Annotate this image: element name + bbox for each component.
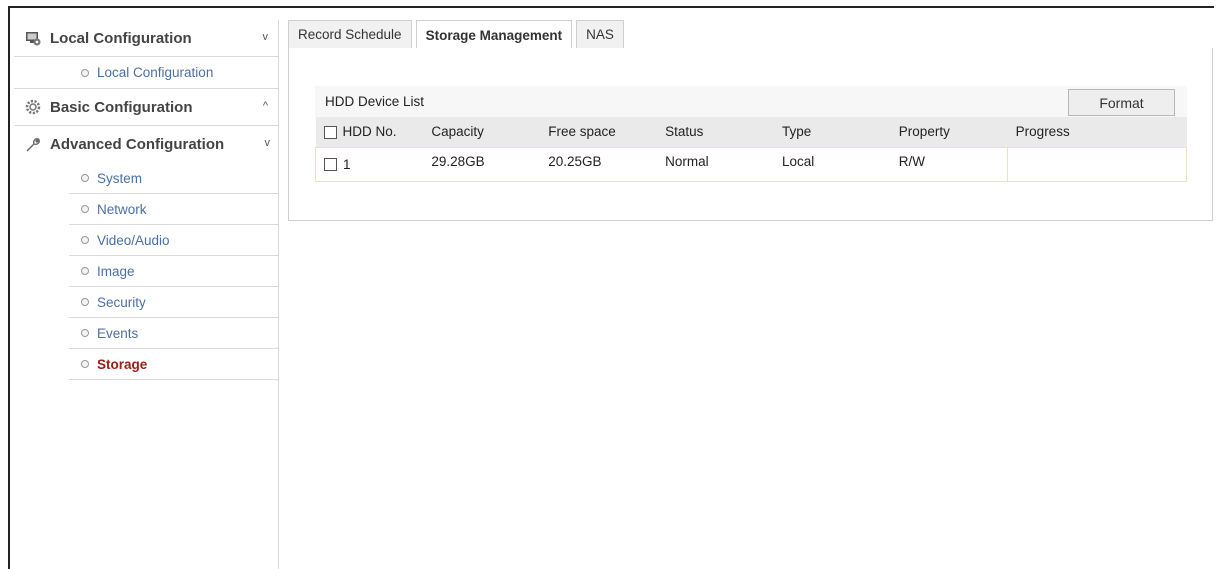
tab-bar: Record Schedule Storage Management NAS: [288, 20, 628, 50]
hdd-list-title: HDD Device List: [325, 94, 425, 109]
column-header-hdd-no: HDD No.: [315, 117, 424, 147]
cell-property: R/W: [890, 146, 1009, 182]
group-label-local: Local Configuration: [50, 29, 192, 47]
sidebar: Local Configuration v Local Configuratio…: [14, 20, 279, 569]
bullet-icon: [81, 329, 89, 337]
chevron-down-icon: v: [262, 31, 269, 43]
group-label-basic: Basic Configuration: [50, 98, 193, 116]
bullet-icon: [81, 68, 89, 77]
local-sub-list: Local Configuration: [14, 57, 278, 88]
hdd-table: HDD No. Capacity Free space Status Type …: [315, 117, 1187, 182]
gear-icon: [24, 98, 42, 116]
table-header-row: HDD No. Capacity Free space Status Type …: [315, 117, 1187, 147]
column-header-capacity: Capacity: [423, 117, 541, 147]
column-header-progress: Progress: [1007, 117, 1187, 147]
sidebar-group-local-configuration[interactable]: Local Configuration v: [14, 20, 278, 57]
column-header-label: HDD No.: [342, 124, 397, 140]
chevron-up-icon: ^: [262, 100, 268, 112]
select-all-checkbox[interactable]: [323, 126, 337, 140]
sidebar-item-label: Local Configuration: [97, 65, 214, 80]
wrench-icon: [24, 136, 42, 154]
sidebar-group-advanced-configuration[interactable]: Advanced Configuration v: [14, 126, 278, 163]
cell-hdd-no: 1: [315, 146, 424, 182]
tab-storage-management[interactable]: Storage Management: [415, 20, 573, 50]
bullet-icon: [81, 267, 89, 275]
sidebar-item-network[interactable]: Network: [69, 194, 278, 225]
cell-free-space: 20.25GB: [540, 146, 658, 182]
sidebar-item-video-audio[interactable]: Video/Audio: [69, 225, 278, 256]
bullet-icon: [81, 298, 89, 306]
chevron-down-icon: v: [264, 137, 271, 149]
group-label-advanced: Advanced Configuration: [50, 136, 225, 153]
storage-management-panel: HDD Device List Format HDD No. Capacity …: [288, 48, 1213, 221]
bullet-icon: [81, 174, 89, 182]
cell-status: Normal: [657, 146, 774, 182]
format-button[interactable]: Format: [1068, 89, 1175, 116]
column-header-property: Property: [890, 117, 1008, 147]
sidebar-item-label: Storage: [97, 356, 148, 372]
bullet-icon: [81, 205, 89, 213]
row-checkbox[interactable]: [324, 158, 337, 172]
bullet-icon: [81, 236, 89, 244]
sidebar-item-label: Events: [97, 325, 139, 341]
cell-capacity: 29.28GB: [423, 146, 541, 182]
hdd-list-header: HDD Device List Format: [315, 86, 1187, 117]
sidebar-item-system[interactable]: System: [69, 163, 278, 194]
column-header-status: Status: [657, 117, 774, 147]
monitor-gear-icon: [24, 29, 42, 47]
sidebar-item-label: Network: [97, 201, 147, 217]
tab-record-schedule[interactable]: Record Schedule: [288, 20, 412, 48]
sidebar-item-label: Security: [97, 294, 146, 310]
bullet-icon: [81, 360, 89, 368]
sidebar-item-local-configuration[interactable]: Local Configuration: [69, 57, 278, 88]
cell-type: Local: [773, 146, 891, 182]
tab-nas[interactable]: NAS: [576, 20, 624, 48]
advanced-sub-list: System Network Video/Audio Image Securit…: [14, 163, 278, 380]
sidebar-item-events[interactable]: Events: [69, 318, 278, 349]
sidebar-group-basic-configuration[interactable]: Basic Configuration ^: [14, 89, 278, 126]
column-header-type: Type: [773, 117, 891, 147]
sidebar-item-label: System: [97, 170, 143, 186]
cell-progress: [1007, 146, 1187, 182]
sidebar-item-label: Video/Audio: [97, 232, 170, 248]
column-header-free-space: Free space: [540, 117, 658, 147]
sidebar-item-security[interactable]: Security: [69, 287, 278, 318]
table-row[interactable]: 1 29.28GB 20.25GB Normal Local R/W: [315, 146, 1187, 182]
sidebar-item-image[interactable]: Image: [69, 256, 278, 287]
sidebar-item-label: Image: [97, 263, 135, 279]
cell-hdd-no-value: 1: [343, 156, 351, 172]
sidebar-item-storage[interactable]: Storage: [69, 349, 278, 380]
